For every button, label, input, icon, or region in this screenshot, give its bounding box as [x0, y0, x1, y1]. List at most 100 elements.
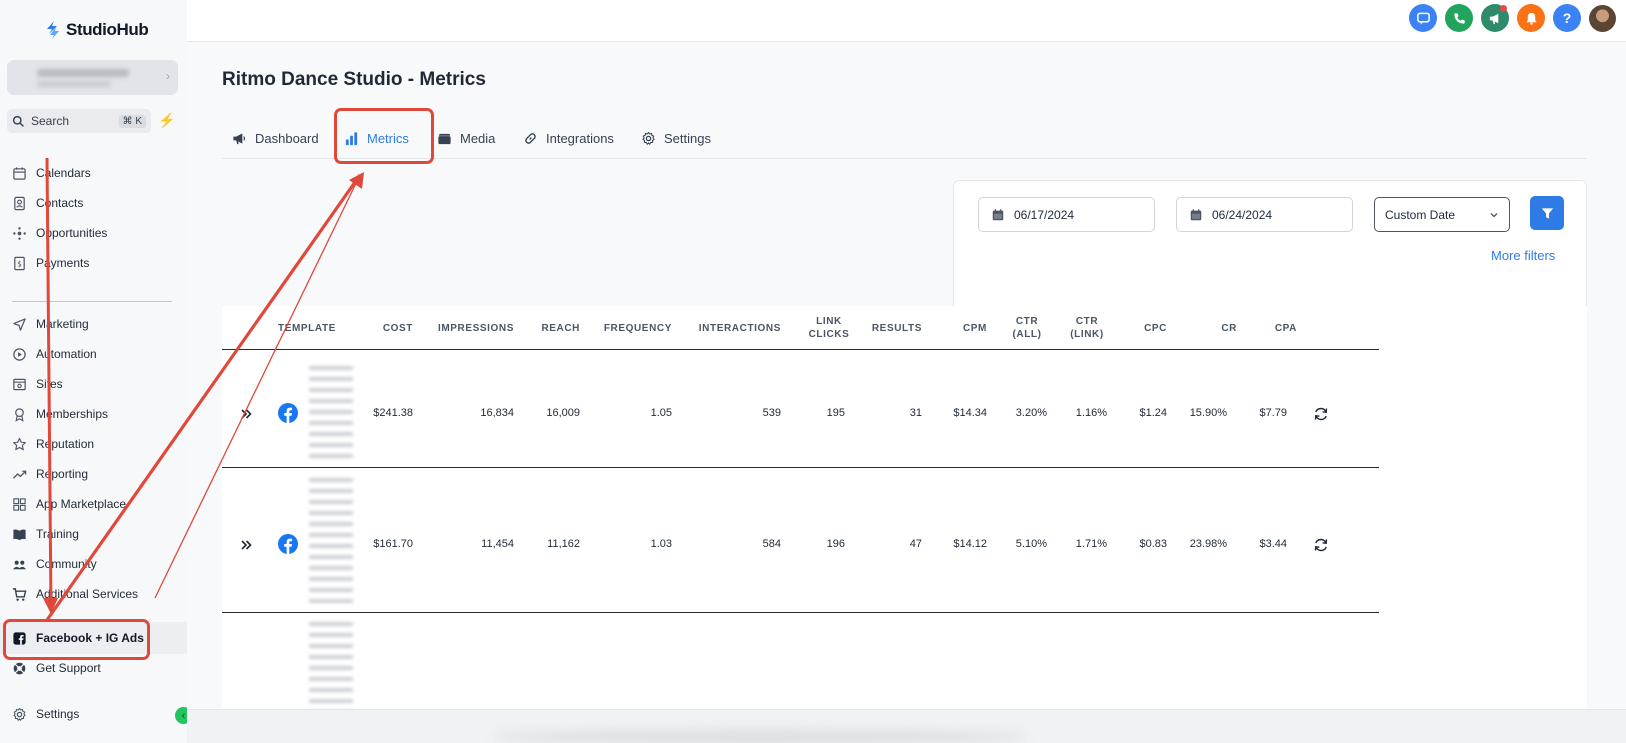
contacts-icon: [14, 196, 25, 210]
col-link-clicks[interactable]: LINK CLICKS: [802, 315, 856, 341]
sidebar-item-settings[interactable]: Settings: [12, 704, 79, 724]
payments-icon: $: [14, 256, 25, 270]
sidebar-item-label: Automation: [36, 347, 97, 361]
expand-row-icon[interactable]: [239, 407, 253, 421]
tab-label: Media: [460, 130, 496, 146]
start-date-input[interactable]: 06/17/2024: [978, 197, 1155, 232]
megaphone-icon: [233, 132, 245, 144]
question-icon: ?: [1562, 10, 1572, 26]
chat-button[interactable]: [1409, 4, 1437, 32]
cell-cpm: $14.12: [953, 538, 987, 550]
sidebar-item-automation[interactable]: Automation: [12, 344, 97, 364]
gear-icon: [642, 131, 655, 145]
notifications-button[interactable]: [1517, 4, 1545, 32]
sidebar-search[interactable]: Search ⌘ K: [7, 109, 151, 133]
col-ctr-link[interactable]: CTR (LINK): [1064, 315, 1110, 341]
sidebar-item-additional-services[interactable]: Additional Services: [12, 584, 138, 604]
col-impressions[interactable]: IMPRESSIONS: [432, 322, 514, 335]
metrics-table: TEMPLATE COST IMPRESSIONS REACH FREQUENC…: [222, 306, 1587, 726]
sidebar-item-reporting[interactable]: Reporting: [12, 464, 88, 484]
col-cpm[interactable]: CPM: [947, 322, 987, 335]
col-cpc[interactable]: CPC: [1127, 322, 1167, 335]
sidebar-item-label: Marketing: [36, 317, 89, 331]
cell-cpa: $3.44: [1259, 538, 1287, 550]
row-divider: [222, 467, 1379, 468]
cell-cr: 15.90%: [1189, 407, 1227, 419]
col-ctr-link-line1: CTR: [1075, 316, 1099, 327]
logo-mark-icon: [47, 21, 59, 39]
sidebar-item-contacts[interactable]: Contacts: [12, 193, 83, 213]
phone-button[interactable]: [1445, 4, 1473, 32]
sidebar-divider: [12, 301, 172, 302]
apply-filter-button[interactable]: [1530, 196, 1564, 230]
end-date-input[interactable]: 06/24/2024: [1176, 197, 1353, 232]
help-button[interactable]: ?: [1553, 4, 1581, 32]
sidebar-item-label: Reporting: [36, 467, 89, 481]
chevron-down-icon: [1490, 212, 1498, 217]
tab-label: Dashboard: [255, 130, 319, 146]
col-template[interactable]: TEMPLATE: [278, 322, 336, 335]
star-icon: [13, 437, 26, 450]
col-cost[interactable]: COST: [377, 322, 413, 335]
sidebar-item-memberships[interactable]: Memberships: [12, 404, 108, 424]
sidebar-item-app-marketplace[interactable]: App Marketplace: [12, 494, 126, 514]
date-range-select[interactable]: Custom Date: [1374, 197, 1510, 232]
brand-name: StudioHub: [66, 20, 149, 39]
gear-icon: [13, 707, 26, 721]
svg-text:$: $: [17, 259, 22, 268]
sidebar-item-label: Contacts: [36, 196, 84, 210]
cell-ctr-link: 1.16%: [1075, 407, 1107, 419]
calendar-icon: [992, 208, 1004, 220]
sidebar-item-get-support[interactable]: Get Support: [12, 658, 101, 678]
quick-action-bolt-icon[interactable]: ⚡: [158, 112, 175, 129]
sites-icon: [13, 378, 26, 390]
col-frequency[interactable]: FREQUENCY: [600, 322, 672, 335]
expand-row-icon[interactable]: [239, 538, 253, 552]
tab-dashboard[interactable]: Dashboard: [232, 117, 319, 159]
tab-integrations[interactable]: Integrations: [523, 117, 614, 159]
col-cr[interactable]: CR: [1197, 322, 1237, 335]
col-ctr-all[interactable]: CTR (ALL): [1007, 315, 1047, 341]
page-title: Ritmo Dance Studio - Metrics: [222, 69, 486, 90]
account-switcher[interactable]: ›: [7, 60, 178, 95]
sidebar-item-opportunities[interactable]: Opportunities: [12, 223, 107, 243]
tab-media[interactable]: Media: [437, 117, 495, 159]
cell-cpc: $0.83: [1139, 538, 1167, 550]
memberships-icon: [15, 407, 24, 422]
sidebar-item-community[interactable]: Community: [12, 554, 97, 574]
trend-icon: [12, 470, 27, 479]
sidebar-item-calendars[interactable]: Calendars: [12, 163, 91, 183]
cell-ctr-link: 1.71%: [1075, 538, 1107, 550]
bottom-shadow: [490, 731, 1030, 743]
sidebar-item-payments[interactable]: $ Payments: [12, 253, 89, 273]
notification-dot: [1500, 5, 1507, 12]
cell-results: 47: [909, 538, 922, 550]
refresh-icon[interactable]: [1313, 537, 1329, 553]
search-shortcut: ⌘ K: [118, 114, 146, 128]
tab-settings[interactable]: Settings: [641, 117, 711, 159]
sidebar-item-training[interactable]: Training: [12, 524, 79, 544]
megaphone-icon: [1489, 13, 1498, 24]
user-avatar[interactable]: [1589, 4, 1616, 32]
cell-reach: 11,162: [547, 538, 580, 550]
refresh-icon[interactable]: [1313, 406, 1329, 422]
col-cpa[interactable]: CPA: [1257, 322, 1297, 335]
sidebar-item-sites[interactable]: Sites: [12, 374, 63, 394]
tab-label: Settings: [664, 130, 711, 146]
col-results[interactable]: RESULTS: [862, 322, 922, 335]
folder-icon: [438, 133, 451, 144]
sidebar-item-label: Reputation: [36, 437, 95, 451]
more-filters-link[interactable]: More filters: [1491, 248, 1555, 263]
grid-icon: [13, 497, 26, 511]
col-interactions[interactable]: INTERACTIONS: [692, 322, 781, 335]
announcements-button[interactable]: [1481, 4, 1509, 32]
sidebar-item-label: Sites: [36, 377, 63, 391]
sidebar-item-marketing[interactable]: Marketing: [12, 314, 89, 334]
brand-logo[interactable]: StudioHub: [44, 17, 149, 43]
cell-cost: $241.38: [373, 407, 413, 419]
cell-cost: $161.70: [373, 538, 413, 550]
col-reach[interactable]: REACH: [534, 322, 580, 335]
lifebuoy-icon: [13, 662, 26, 674]
bell-icon: [1525, 12, 1537, 25]
sidebar-item-reputation[interactable]: Reputation: [12, 434, 94, 454]
